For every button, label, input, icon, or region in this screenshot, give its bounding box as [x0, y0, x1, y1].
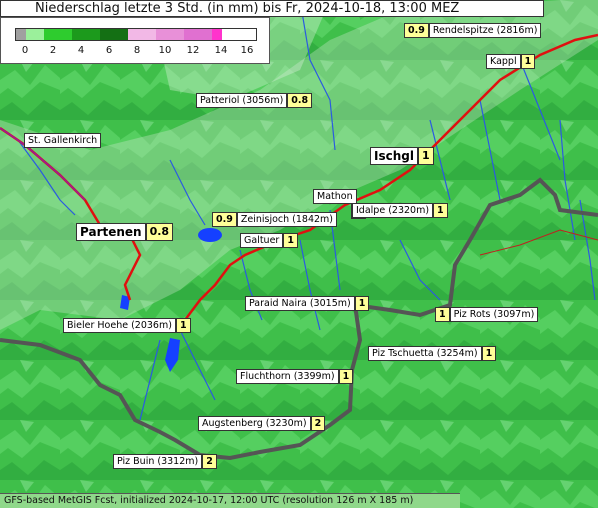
station-label-idalpe[interactable]: Idalpe (2320m) 1 — [352, 203, 448, 218]
legend-swatch — [184, 29, 212, 40]
precipitation-value: 1 — [481, 346, 497, 361]
precipitation-value: 1 — [354, 296, 370, 311]
station-name: Fluchthorn (3399m) — [236, 369, 339, 384]
station-name: Augstenberg (3230m) — [198, 416, 311, 431]
precipitation-value: 1 — [338, 369, 354, 384]
legend-tick-label: 12 — [186, 45, 200, 56]
station-label-zeinisjoch[interactable]: 0.9 Zeinisjoch (1842m) — [212, 212, 338, 227]
map-title: Niederschlag letzte 3 Std. (in mm) bis F… — [0, 0, 544, 17]
legend-tick-label: 6 — [105, 45, 113, 56]
precipitation-value: 1 — [417, 146, 434, 165]
precipitation-value: 0.9 — [404, 23, 429, 38]
station-label-paraid-naira[interactable]: Paraid Naira (3015m) 1 — [245, 296, 370, 311]
legend-tick-label: 4 — [77, 45, 85, 56]
precipitation-value: 0.8 — [287, 93, 313, 108]
legend-swatch — [26, 29, 44, 40]
legend-swatch — [72, 29, 100, 40]
station-label-ischgl[interactable]: Ischgl 1 — [370, 146, 434, 165]
precipitation-value: 0.8 — [145, 222, 174, 241]
legend-tick-label: 10 — [158, 45, 172, 56]
station-name: Ischgl — [370, 146, 418, 165]
station-name: Piz Rots (3097m) — [449, 307, 539, 322]
legend-swatch — [212, 29, 222, 40]
station-name: Patteriol (3056m) — [196, 93, 288, 108]
legend-tick-label: 16 — [240, 45, 254, 56]
precipitation-value: 1 — [433, 203, 448, 218]
station-name: Partenen — [76, 222, 146, 241]
station-label-piz-buin[interactable]: Piz Buin (3312m) 2 — [113, 454, 217, 469]
station-name: Mathon — [313, 189, 357, 204]
legend-swatch — [100, 29, 128, 40]
station-label-mathon[interactable]: Mathon1 — [313, 189, 366, 219]
station-name: Kappl — [486, 54, 521, 69]
station-name: Galtuer — [240, 233, 284, 248]
station-name: Idalpe (2320m) — [352, 203, 434, 218]
precipitation-value: 1 — [175, 318, 191, 333]
station-label-fluchthorn[interactable]: Fluchthorn (3399m) 1 — [236, 369, 354, 384]
legend-swatch — [44, 29, 72, 40]
precipitation-map — [0, 0, 598, 508]
precipitation-value: 1 — [520, 54, 536, 69]
station-label-piz-rots[interactable]: 1 Piz Rots (3097m) — [435, 307, 539, 322]
station-name: Piz Tschuetta (3254m) — [368, 346, 482, 361]
station-label-partenen[interactable]: Partenen 0.8 — [76, 222, 174, 241]
station-name: Rendelspitze (2816m) — [428, 23, 542, 38]
station-label-augstenberg[interactable]: Augstenberg (3230m) 2 — [198, 416, 326, 431]
station-label-kappl[interactable]: Kappl 1 — [486, 54, 536, 69]
station-label-piz-tschuetta[interactable]: Piz Tschuetta (3254m) 1 — [368, 346, 497, 361]
precipitation-value: 2 — [202, 454, 217, 469]
station-label-patteriol[interactable]: Patteriol (3056m) 0.8 — [196, 93, 313, 108]
precipitation-value: 2 — [310, 416, 326, 431]
station-name: Paraid Naira (3015m) — [245, 296, 355, 311]
precipitation-value: 0.9 — [212, 212, 237, 227]
precipitation-legend: 0 2 4 6 8 10 12 14 16 — [0, 17, 270, 64]
station-label-galtuer[interactable]: Galtuer 1 — [240, 233, 298, 248]
legend-color-bar — [15, 28, 257, 41]
station-name: Bieler Hoehe (2036m) — [63, 318, 176, 333]
legend-swatch — [156, 29, 184, 40]
legend-tick-label: 2 — [49, 45, 57, 56]
legend-tick-label: 14 — [214, 45, 228, 56]
precipitation-value: 1 — [283, 233, 298, 248]
station-name: Zeinisjoch (1842m) — [236, 212, 338, 227]
legend-tick-label: 0 — [21, 45, 29, 56]
station-label-bieler-hoehe[interactable]: Bieler Hoehe (2036m) 1 — [63, 318, 191, 333]
station-label-rendelspitze[interactable]: 0.9 Rendelspitze (2816m) — [404, 23, 542, 38]
station-label-st-gallenkirch[interactable]: St. Gallenkirch — [24, 133, 102, 148]
station-name: St. Gallenkirch — [24, 133, 102, 148]
legend-swatch — [128, 29, 156, 40]
forecast-footer: GFS-based MetGIS Fcst, initialized 2024-… — [0, 493, 460, 508]
legend-tick-label: 8 — [133, 45, 141, 56]
precipitation-value: 1 — [435, 307, 450, 322]
legend-swatch — [16, 29, 26, 40]
station-name: Piz Buin (3312m) — [113, 454, 203, 469]
